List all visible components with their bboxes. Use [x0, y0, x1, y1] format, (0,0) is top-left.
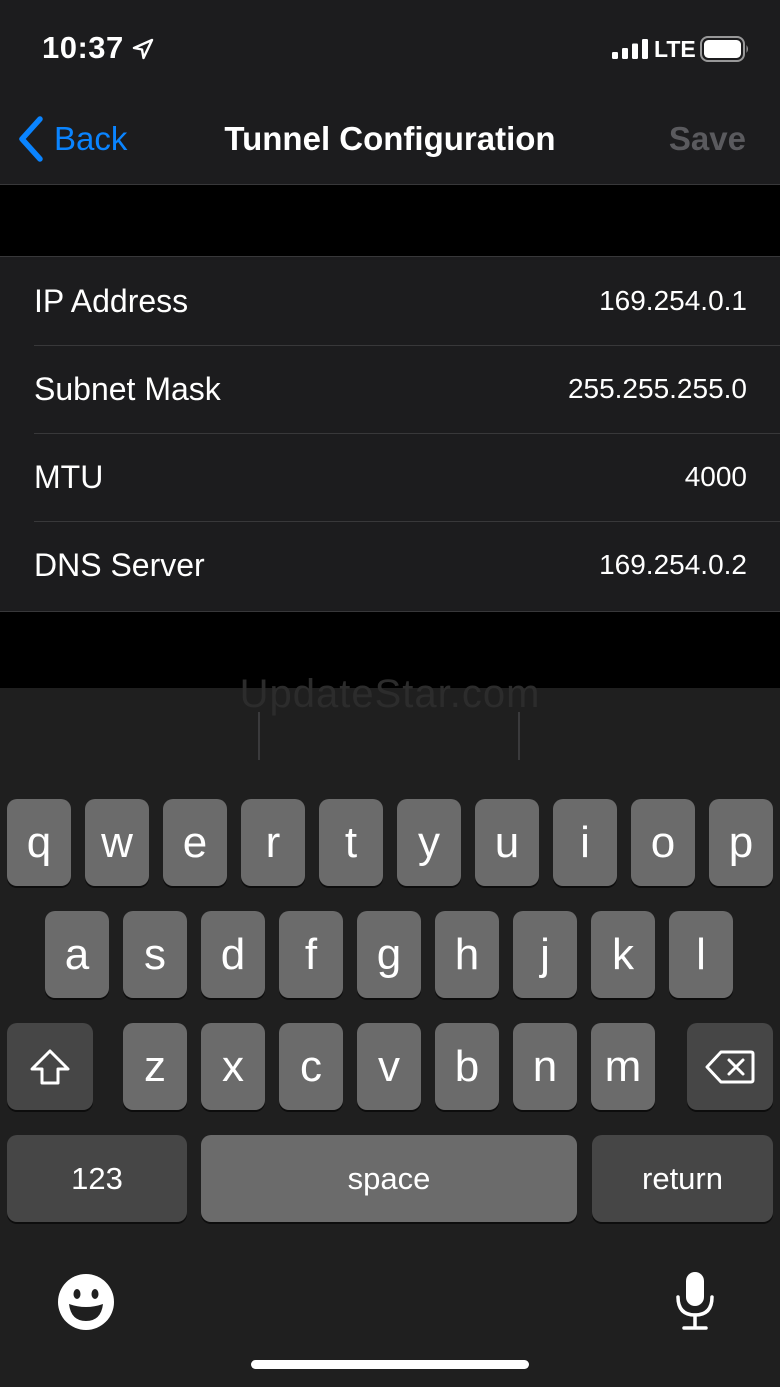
key-y[interactable]: y	[397, 799, 461, 886]
navigation-bar: Back Tunnel Configuration Save	[0, 100, 780, 185]
key-l[interactable]: l	[669, 911, 733, 998]
numbers-key[interactable]: 123	[7, 1135, 187, 1222]
location-arrow-icon	[132, 38, 154, 60]
watermark: UpdateStar.com	[239, 672, 541, 716]
shift-key[interactable]	[7, 1023, 93, 1110]
save-button[interactable]: Save	[669, 114, 746, 164]
status-time: 10:37	[42, 30, 124, 65]
key-a[interactable]: a	[45, 911, 109, 998]
prediction-divider	[518, 712, 520, 760]
chevron-left-icon	[19, 116, 43, 162]
key-i[interactable]: i	[553, 799, 617, 886]
shift-icon	[30, 1049, 70, 1084]
delete-icon	[705, 1050, 755, 1083]
return-key[interactable]: return	[592, 1135, 773, 1222]
key-j[interactable]: j	[513, 911, 577, 998]
key-u[interactable]: u	[475, 799, 539, 886]
network-type: LTE	[654, 36, 696, 62]
key-v[interactable]: v	[357, 1023, 421, 1110]
microphone-icon[interactable]	[674, 1270, 716, 1332]
key-m[interactable]: m	[591, 1023, 655, 1110]
key-r[interactable]: r	[241, 799, 305, 886]
back-button[interactable]: Back	[18, 114, 127, 164]
key-g[interactable]: g	[357, 911, 421, 998]
dns-server-value: 169.254.0.2	[599, 549, 747, 580]
row-label: MTU	[34, 458, 104, 495]
key-k[interactable]: k	[591, 911, 655, 998]
key-e[interactable]: e	[163, 799, 227, 886]
key-f[interactable]: f	[279, 911, 343, 998]
key-x[interactable]: x	[201, 1023, 265, 1110]
delete-key[interactable]	[687, 1023, 773, 1110]
key-b[interactable]: b	[435, 1023, 499, 1110]
row-label: Subnet Mask	[34, 370, 221, 407]
row-label: IP Address	[34, 282, 189, 319]
back-label: Back	[54, 120, 128, 157]
key-c[interactable]: c	[279, 1023, 343, 1110]
key-p[interactable]: p	[709, 799, 773, 886]
mtu-value: 4000	[684, 461, 747, 492]
key-t[interactable]: t	[319, 799, 383, 886]
prediction-divider	[258, 712, 260, 760]
key-s[interactable]: s	[123, 911, 187, 998]
home-indicator[interactable]	[251, 1360, 529, 1369]
key-n[interactable]: n	[513, 1023, 577, 1110]
key-z[interactable]: z	[123, 1023, 187, 1110]
mtu-row[interactable]: MTU 4000	[0, 433, 780, 521]
row-label: DNS Server	[34, 546, 205, 583]
key-w[interactable]: w	[85, 799, 149, 886]
emoji-icon[interactable]	[57, 1273, 115, 1331]
space-key[interactable]: space	[201, 1135, 577, 1222]
subnet-mask-value: 255.255.255.0	[567, 373, 747, 404]
cellular-signal-icon	[612, 39, 648, 59]
status-bar: 10:37 LTE	[0, 0, 780, 100]
battery-icon	[700, 36, 748, 62]
tunnel-settings-list: IP Address 169.254.0.1 Subnet Mask 255.2…	[0, 256, 780, 612]
key-o[interactable]: o	[631, 799, 695, 886]
key-q[interactable]: q	[7, 799, 71, 886]
subnet-mask-row[interactable]: Subnet Mask 255.255.255.0	[0, 345, 780, 433]
key-d[interactable]: d	[201, 911, 265, 998]
ip-address-value: 169.254.0.1	[599, 285, 747, 316]
ip-address-row[interactable]: IP Address 169.254.0.1	[0, 257, 780, 345]
dns-server-row[interactable]: DNS Server 169.254.0.2	[0, 521, 780, 609]
key-h[interactable]: h	[435, 911, 499, 998]
